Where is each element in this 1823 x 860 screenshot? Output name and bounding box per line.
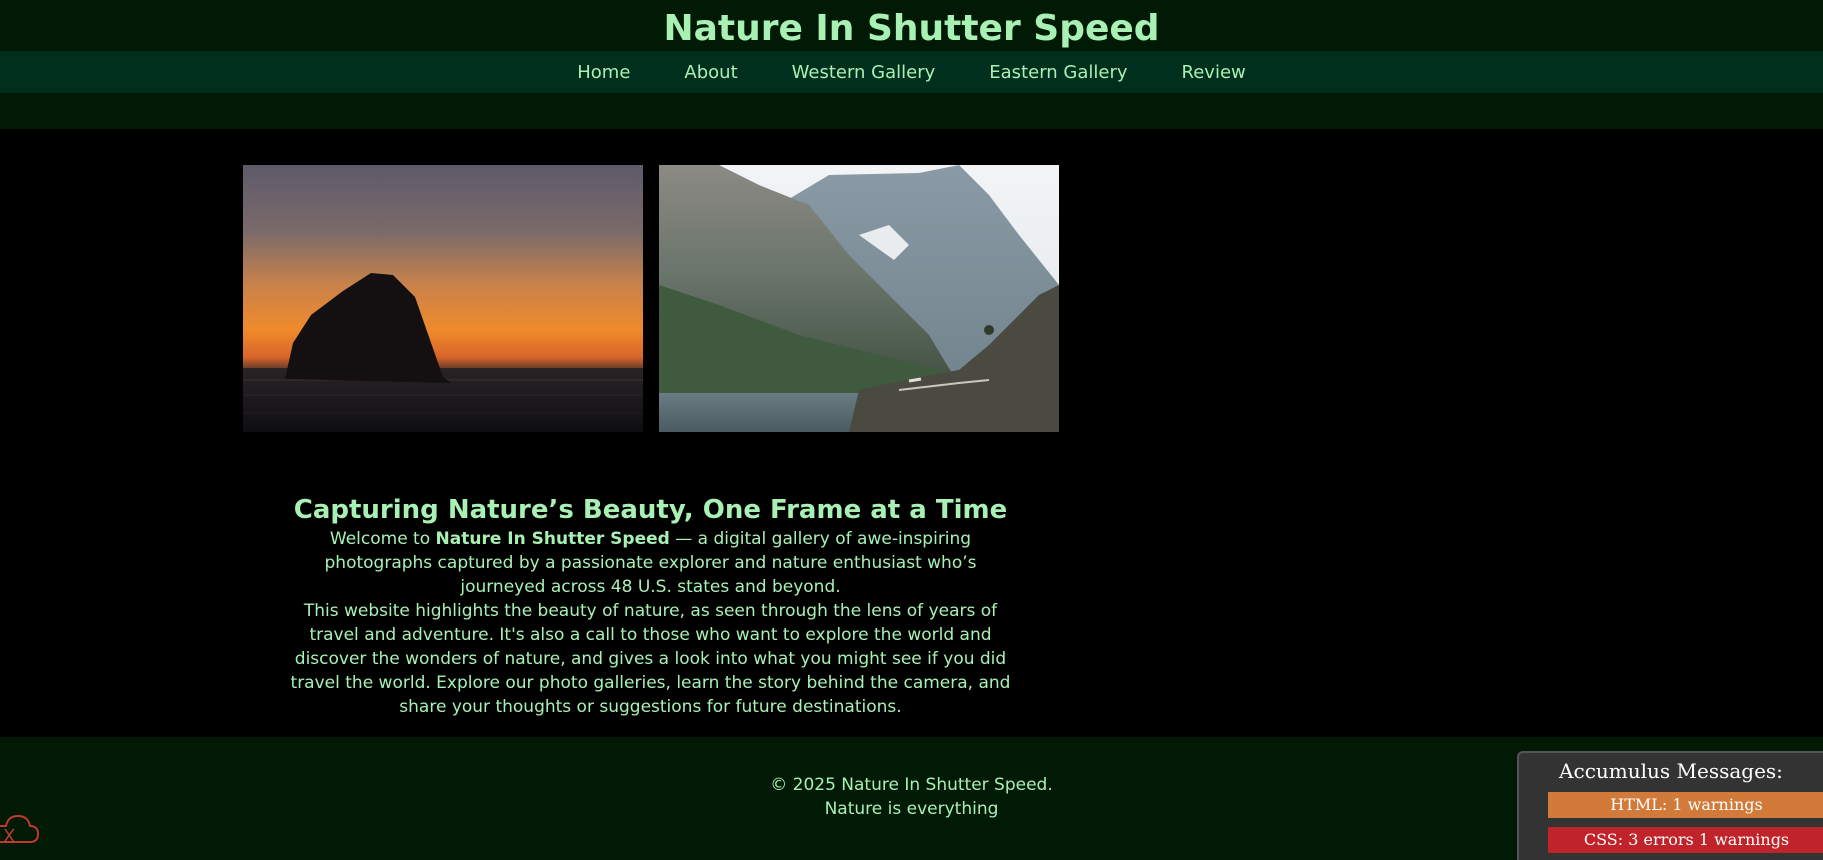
accumulus-css-status[interactable]: CSS: 3 errors 1 warnings (1548, 827, 1823, 853)
intro-site-name: Nature In Shutter Speed (435, 529, 670, 549)
nav-eastern-gallery[interactable]: Eastern Gallery (989, 62, 1127, 83)
nav-western-gallery[interactable]: Western Gallery (792, 62, 936, 83)
photo-sunset-sea-stack (243, 165, 643, 432)
svg-text:X: X (3, 826, 15, 847)
nav-review[interactable]: Review (1182, 62, 1246, 83)
accumulus-title: Accumulus Messages: (1559, 759, 1783, 783)
intro-welcome-prefix: Welcome to (329, 529, 436, 549)
site-title: Nature In Shutter Speed (663, 8, 1160, 49)
nav-home[interactable]: Home (577, 62, 630, 83)
accumulus-panel: Accumulus Messages: HTML: 1 warnings CSS… (1517, 751, 1823, 860)
photo-mountain-valley (659, 165, 1059, 432)
intro-body: This website highlights the beauty of na… (290, 601, 1011, 717)
site-header: Nature In Shutter Speed Home About Weste… (0, 0, 1823, 129)
accumulus-html-status[interactable]: HTML: 1 warnings (1548, 792, 1823, 818)
intro-welcome: Welcome to Nature In Shutter Speed — a d… (296, 527, 1006, 599)
main-nav: Home About Western Gallery Eastern Galle… (0, 51, 1823, 93)
nav-about[interactable]: About (684, 62, 737, 83)
intro-heading: Capturing Nature’s Beauty, One Frame at … (293, 495, 1008, 525)
page: Nature In Shutter Speed Home About Weste… (0, 0, 1823, 860)
cloud-x-icon[interactable]: X (0, 800, 40, 850)
intro-section: Capturing Nature’s Beauty, One Frame at … (278, 493, 1023, 719)
